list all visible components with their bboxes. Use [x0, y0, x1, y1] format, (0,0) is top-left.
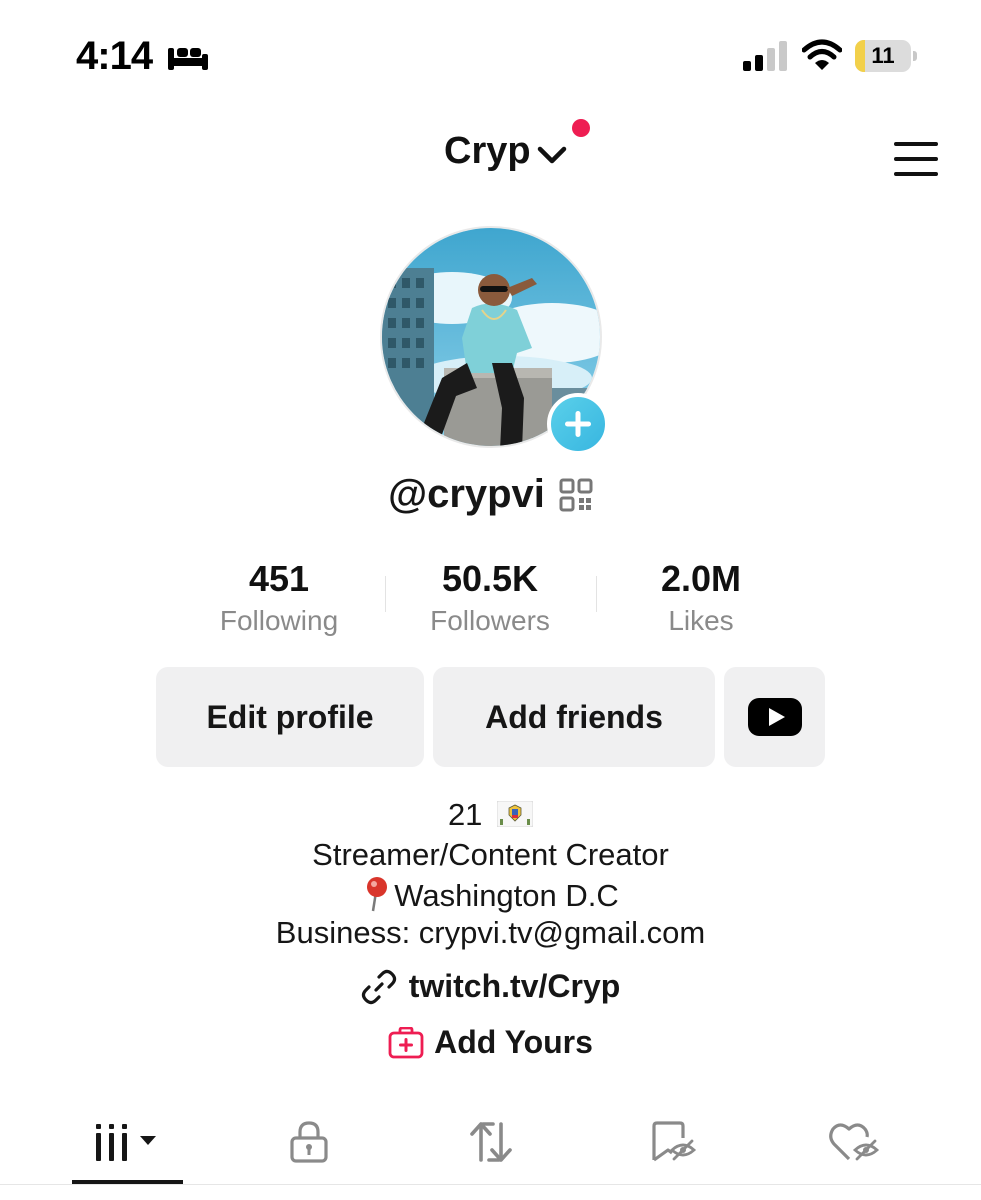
- add-yours-icon: [388, 1026, 424, 1058]
- chevron-down-icon: [537, 146, 566, 163]
- tab-reposts[interactable]: [436, 1112, 546, 1172]
- lock-icon: [290, 1121, 328, 1163]
- tab-videos[interactable]: [72, 1112, 182, 1172]
- stat-following[interactable]: 451 Following: [179, 558, 379, 642]
- qr-code-icon[interactable]: [559, 478, 593, 512]
- bio-location: Washington D.C: [394, 878, 619, 913]
- notification-dot: [572, 119, 590, 137]
- plus-icon: [565, 411, 591, 437]
- stat-label: Followers: [430, 605, 550, 636]
- liked-hidden-icon: [829, 1123, 880, 1161]
- battery-level: 11: [871, 43, 895, 68]
- tab-private[interactable]: [254, 1112, 364, 1172]
- stat-value: 2.0M: [660, 558, 742, 599]
- stat-followers[interactable]: 50.5K Followers: [390, 558, 590, 642]
- stat-label: Likes: [668, 605, 734, 636]
- cellular-signal-icon: [743, 41, 787, 71]
- saved-hidden-icon: [652, 1121, 697, 1162]
- tab-favorites[interactable]: [618, 1112, 728, 1172]
- battery-indicator: 11: [855, 40, 917, 72]
- account-switcher[interactable]: Cryp: [444, 130, 567, 173]
- videos-grid-icon: [96, 1124, 156, 1161]
- bio-age: 21: [447, 797, 483, 832]
- username: @crypvi: [388, 472, 545, 516]
- stat-likes[interactable]: 2.0M Likes: [601, 558, 801, 642]
- youtube-button[interactable]: [724, 667, 825, 767]
- bio-link[interactable]: twitch.tv/Cryp: [0, 968, 981, 1005]
- bio-line-title: Streamer/Content Creator: [312, 837, 669, 872]
- add-avatar-button[interactable]: [547, 393, 609, 455]
- repost-icon: [470, 1122, 512, 1162]
- edit-profile-button[interactable]: Edit profile: [156, 667, 424, 767]
- link-icon: [361, 969, 396, 1004]
- hamburger-menu-icon[interactable]: [892, 140, 940, 178]
- stat-value: 451: [248, 558, 310, 599]
- add-yours-label: Add Yours: [434, 1024, 593, 1060]
- stat-label: Following: [219, 605, 339, 636]
- us-virgin-islands-flag-icon: [497, 801, 534, 827]
- tab-liked[interactable]: [800, 1112, 910, 1172]
- round-pushpin-icon: [367, 877, 388, 912]
- add-friends-button[interactable]: Add friends: [433, 667, 715, 767]
- youtube-icon: [747, 698, 802, 736]
- username-row: @crypvi: [0, 472, 981, 517]
- stat-value: 50.5K: [441, 558, 539, 599]
- tab-divider: [0, 1184, 981, 1185]
- bio-line-location: Washington D.C: [0, 876, 981, 914]
- bed-icon: [168, 48, 208, 70]
- status-time: 4:14: [76, 34, 153, 78]
- bio-line-age: 21: [0, 797, 981, 833]
- account-name: Cryp: [444, 130, 531, 172]
- stat-divider: [385, 576, 386, 612]
- bio-line-business: Business: crypvi.tv@gmail.com: [275, 915, 706, 950]
- wifi-icon: [802, 39, 842, 70]
- bio-link-text: twitch.tv/Cryp: [408, 968, 621, 1004]
- add-yours-button[interactable]: Add Yours: [0, 1024, 981, 1061]
- stat-divider: [596, 576, 597, 612]
